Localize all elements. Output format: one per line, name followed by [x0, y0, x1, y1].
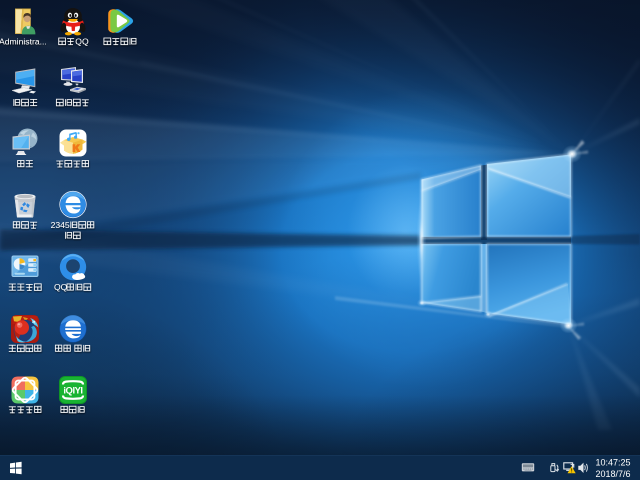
- svg-text:iQIYI: iQIYI: [63, 386, 82, 397]
- svg-text:Administra...: Administra...: [0, 36, 47, 46]
- svg-text:10:47:25: 10:47:25: [595, 458, 630, 468]
- svg-text:QQ: QQ: [75, 36, 89, 46]
- svg-text:2345: 2345: [51, 220, 70, 230]
- svg-text:2018/7/6: 2018/7/6: [595, 469, 630, 479]
- svg-text:QQ: QQ: [54, 282, 68, 292]
